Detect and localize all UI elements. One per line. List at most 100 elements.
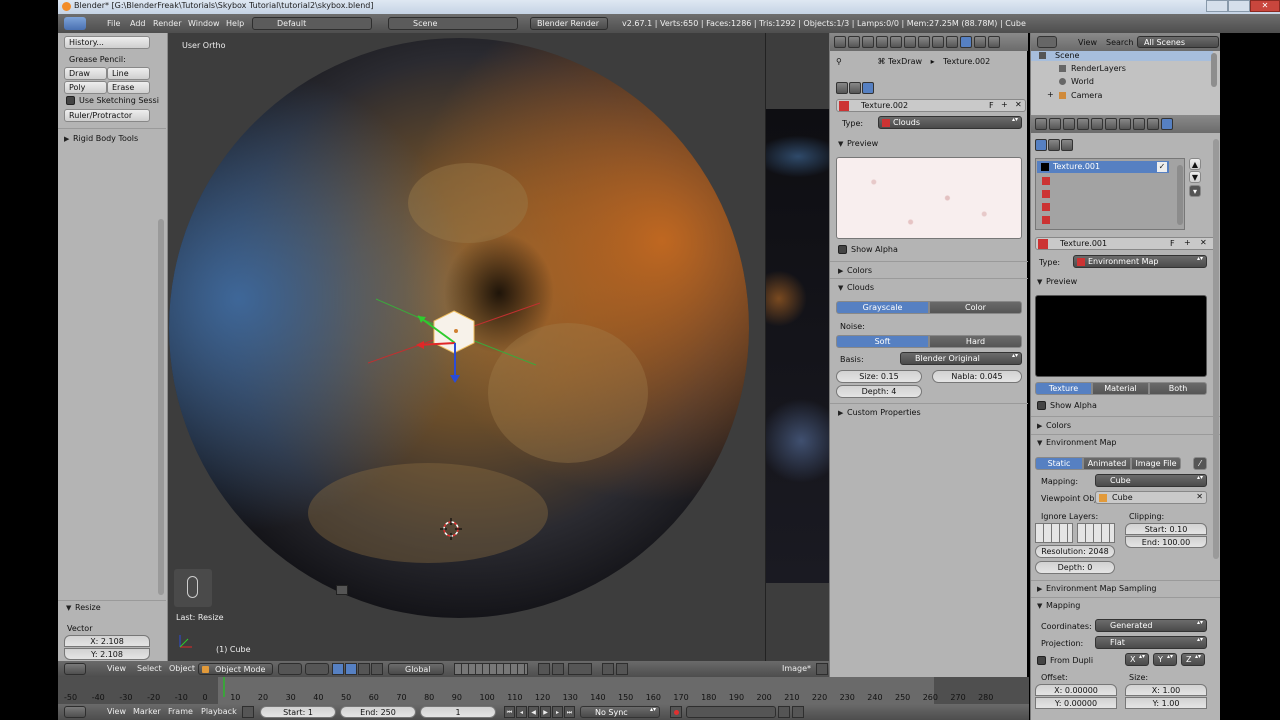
texture-browse-icon[interactable] — [839, 101, 849, 111]
envmap-panel-header[interactable]: ▼ Environment Map — [1037, 438, 1117, 447]
physics-tab-icon[interactable] — [988, 36, 1000, 48]
nabla-field[interactable]: Nabla: 0.045 — [932, 370, 1022, 383]
static-button[interactable]: Static — [1035, 457, 1083, 470]
texture-slot-empty[interactable] — [1042, 216, 1050, 224]
texture-slot-selected[interactable]: Texture.001 ✓ — [1037, 161, 1169, 173]
texture-name-field[interactable]: Texture.001 — [1060, 239, 1107, 248]
menu-select[interactable]: Select — [137, 664, 162, 673]
close-window-button[interactable]: ✕ — [1250, 0, 1280, 12]
viewpoint-object-field[interactable]: Cube ✕ — [1095, 491, 1207, 504]
projection-dropdown[interactable]: Flat — [1095, 636, 1207, 649]
layout-selector[interactable]: Default — [252, 17, 372, 30]
render-animation-button[interactable] — [616, 663, 628, 675]
menu-render[interactable]: Render — [153, 19, 181, 28]
resize-panel-header[interactable]: ▼ Resize — [66, 603, 101, 612]
envmap-sampling-panel-header[interactable]: ▶ Environment Map Sampling — [1037, 584, 1157, 593]
texture-tab-icon[interactable] — [1161, 118, 1173, 130]
from-dupli-checkbox[interactable]: From Dupli — [1037, 656, 1093, 665]
editor-type-button[interactable] — [64, 17, 86, 30]
size-y-field[interactable]: Y: 1.00 — [1125, 697, 1207, 709]
outliner-view-menu[interactable]: View — [1078, 38, 1097, 47]
texture-datablock[interactable]: Texture.002 F + ✕ — [836, 99, 1026, 112]
outliner-scrollbar[interactable] — [1211, 53, 1217, 87]
history-button[interactable]: History... — [64, 36, 150, 49]
show-alpha-checkbox[interactable]: Show Alpha — [838, 245, 898, 254]
depth-field[interactable]: Depth: 0 — [1035, 561, 1115, 574]
noise-basis-dropdown[interactable]: Blender Original — [900, 352, 1022, 365]
texture-context-brush-icon[interactable] — [862, 82, 874, 94]
pin-icon[interactable]: ⚲ — [836, 57, 845, 66]
menu-file[interactable]: File — [107, 19, 120, 28]
texture-datablock[interactable]: Texture.001 F + ✕ — [1035, 237, 1217, 250]
orientation-dropdown[interactable]: Global — [388, 663, 444, 675]
outliner-row-world[interactable]: World — [1031, 76, 1213, 88]
scene-selector[interactable]: Scene — [388, 17, 518, 30]
render-preview-button[interactable] — [602, 663, 614, 675]
clear-field-icon[interactable]: ✕ — [1196, 492, 1203, 501]
outliner-row-scene[interactable]: Scene — [1031, 51, 1213, 61]
preview-range-toggle[interactable] — [242, 706, 254, 718]
scene-tab-icon[interactable] — [862, 36, 874, 48]
texture-tab-icon[interactable] — [960, 36, 972, 48]
custom-properties-panel-header[interactable]: ▶ Custom Properties — [838, 408, 921, 417]
timeline-view-menu[interactable]: View — [107, 707, 126, 716]
animated-button[interactable]: Animated — [1083, 457, 1131, 470]
current-frame-marker[interactable] — [223, 677, 225, 697]
draw-button[interactable]: Draw — [64, 67, 107, 80]
next-keyframe-icon[interactable]: ▸ — [552, 706, 563, 718]
3d-viewport[interactable]: User Ortho Last: Resize (1) Cube — [168, 33, 765, 661]
camera-icon[interactable] — [336, 585, 348, 595]
image-editor-label[interactable]: Image* — [782, 664, 811, 673]
constraints-tab-icon[interactable] — [904, 36, 916, 48]
resolution-field[interactable]: Resolution: 2048 — [1035, 545, 1115, 558]
sketching-checkbox[interactable]: Use Sketching Sessi — [66, 96, 159, 105]
image-file-button[interactable]: Image File — [1131, 457, 1181, 470]
menu-add[interactable]: Add — [130, 19, 146, 28]
record-button[interactable] — [670, 706, 682, 718]
outliner-search-menu[interactable]: Search — [1106, 38, 1133, 47]
layer-buttons[interactable] — [454, 663, 528, 675]
snap-toggle[interactable] — [538, 663, 550, 675]
world-tab-icon[interactable] — [1077, 118, 1089, 130]
proportional-edit-dropdown[interactable] — [552, 663, 564, 675]
poly-button[interactable]: Poly — [64, 81, 107, 94]
preview-material-tab[interactable]: Material — [1092, 382, 1149, 395]
timeline-ruler[interactable]: -50 -40 -30 -20 -10 0 10 20 30 40 50 60 70 80 90 100 110… — [58, 677, 1029, 704]
slot-move-down-button[interactable]: ▼ — [1189, 171, 1201, 183]
hard-noise-button[interactable]: Hard — [929, 335, 1022, 348]
menu-view[interactable]: View — [107, 664, 126, 673]
texture-slot-empty[interactable] — [1042, 203, 1050, 211]
colors-panel-header[interactable]: ▶ Colors — [838, 266, 872, 275]
offset-x-field[interactable]: X: 0.00000 — [1035, 684, 1117, 696]
show-alpha-checkbox[interactable]: Show Alpha — [1037, 401, 1097, 410]
keying-set-field[interactable] — [686, 706, 776, 718]
world-tab-icon[interactable] — [876, 36, 888, 48]
outliner-display-dropdown[interactable]: All Scenes — [1137, 36, 1219, 48]
erase-button[interactable]: Erase — [107, 81, 150, 94]
image-editor-splitter[interactable] — [766, 33, 829, 109]
menu-window[interactable]: Window — [188, 19, 220, 28]
render-engine-dropdown[interactable]: Blender Render — [530, 17, 608, 30]
clip-end-field[interactable]: End: 100.00 — [1125, 536, 1207, 548]
clip-start-field[interactable]: Start: 0.10 — [1125, 523, 1207, 535]
x-axis-dropdown[interactable]: X — [1125, 653, 1149, 666]
slot-specials-button[interactable]: ▾ — [1189, 185, 1201, 197]
texture-browse-icon[interactable] — [1038, 239, 1048, 249]
unlink-texture-icon[interactable]: ✕ — [1015, 100, 1022, 109]
texture-slot-empty[interactable] — [1042, 190, 1050, 198]
size-x-field[interactable]: X: 1.00 — [1125, 684, 1207, 696]
toolshelf-scrollbar[interactable] — [158, 219, 164, 595]
ignore-layers-grid-2[interactable] — [1077, 523, 1115, 543]
texture-context-material-icon[interactable] — [836, 82, 848, 94]
translate-toggle[interactable] — [345, 663, 357, 675]
ignore-layers-grid-1[interactable] — [1035, 523, 1073, 543]
new-texture-icon[interactable]: + — [1001, 100, 1008, 109]
outliner-row-renderlayers[interactable]: RenderLayers — [1031, 63, 1213, 75]
play-icon[interactable]: ▶ — [540, 706, 551, 718]
texture-context-brush-icon[interactable] — [1061, 139, 1073, 151]
mapping-panel-header[interactable]: ▼ Mapping — [1037, 601, 1080, 610]
fake-user-button[interactable]: F — [1170, 239, 1175, 248]
jump-end-icon[interactable]: ⏭ — [564, 706, 575, 718]
render-layers-tab-icon[interactable] — [1049, 118, 1061, 130]
size-field[interactable]: Size: 0.15 — [836, 370, 922, 383]
